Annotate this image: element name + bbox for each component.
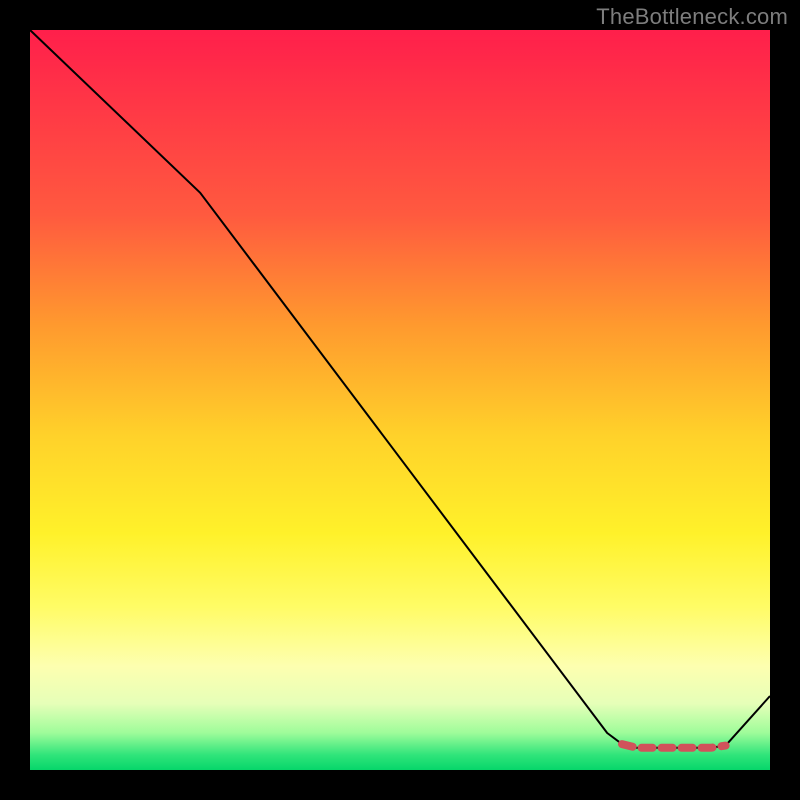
bottleneck-curve-line xyxy=(30,30,770,748)
chart-frame: TheBottleneck.com xyxy=(0,0,800,800)
watermark-text: TheBottleneck.com xyxy=(596,4,788,30)
chart-svg xyxy=(30,30,770,770)
plot-area xyxy=(30,30,770,770)
